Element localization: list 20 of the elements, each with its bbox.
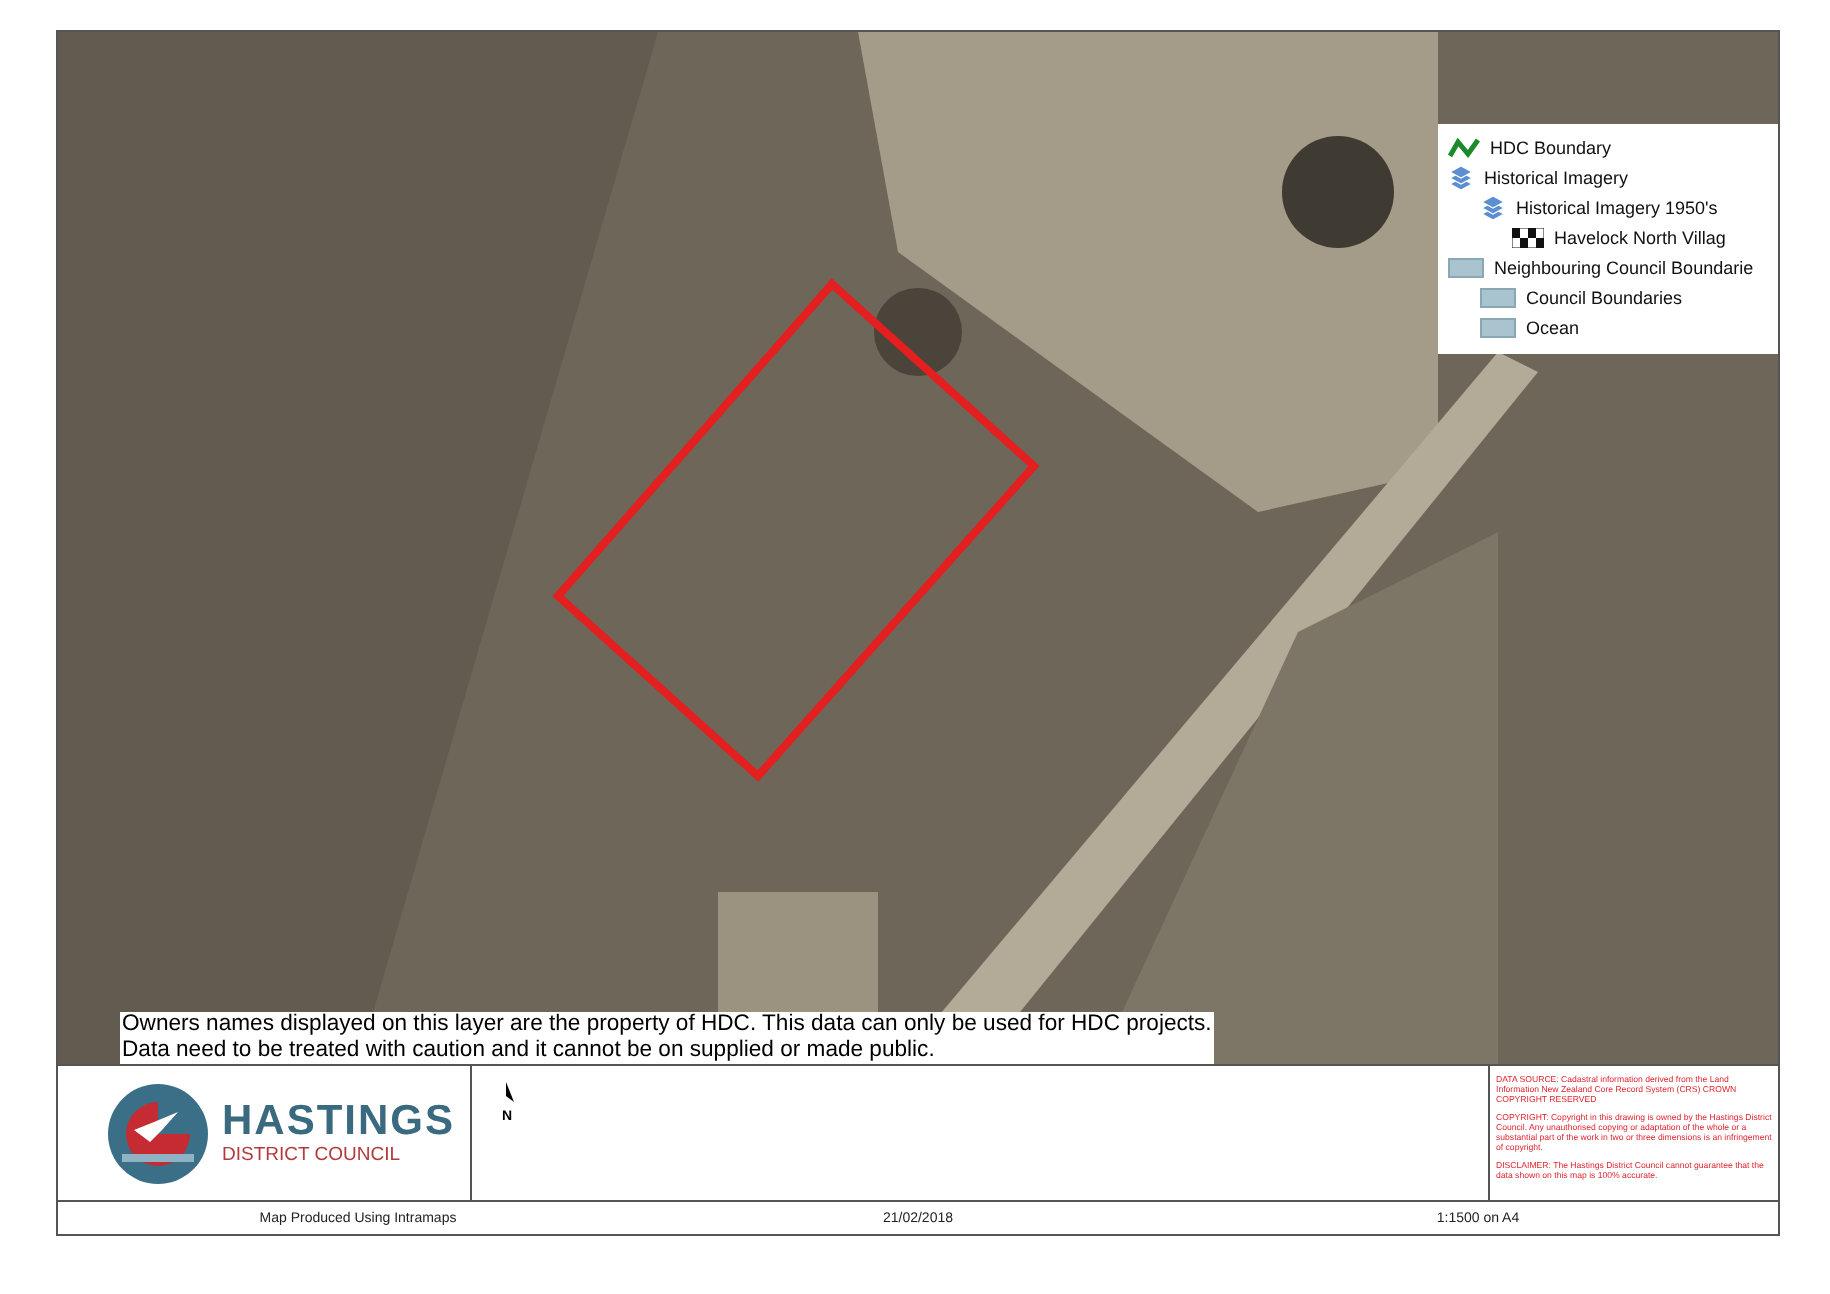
legend-label: Neighbouring Council Boundarie [1494, 257, 1754, 277]
checkered-icon [1512, 227, 1544, 247]
legend-label: Ocean [1526, 317, 1580, 337]
layers-icon [1448, 165, 1474, 189]
logo-subtitle: DISTRICT COUNCIL [222, 1144, 403, 1166]
fill-swatch-icon [1480, 287, 1516, 307]
notice-text: Owners names displayed on this layer are the property of HDC. This data can only be used for HDC projects. Data need to be treated with caution and it cannot be on supplied or made public. [120, 1012, 1214, 1064]
logo-wordmark: HASTINGS [222, 1100, 456, 1144]
legend-label: Council Boundaries [1526, 287, 1683, 307]
legend-label: Historical Imagery [1484, 167, 1629, 187]
council-logo-icon [106, 1081, 210, 1185]
legend-label: HDC Boundary [1490, 137, 1612, 157]
tree [874, 288, 962, 376]
tree [1282, 136, 1394, 248]
legend-label: Historical Imagery 1950's [1516, 197, 1718, 217]
legend-label: Havelock North Villag [1554, 227, 1726, 247]
fill-swatch-icon [1480, 317, 1516, 337]
line-symbol-icon [1448, 137, 1480, 157]
layers-icon [1480, 195, 1506, 219]
fill-swatch-icon [1448, 257, 1484, 277]
